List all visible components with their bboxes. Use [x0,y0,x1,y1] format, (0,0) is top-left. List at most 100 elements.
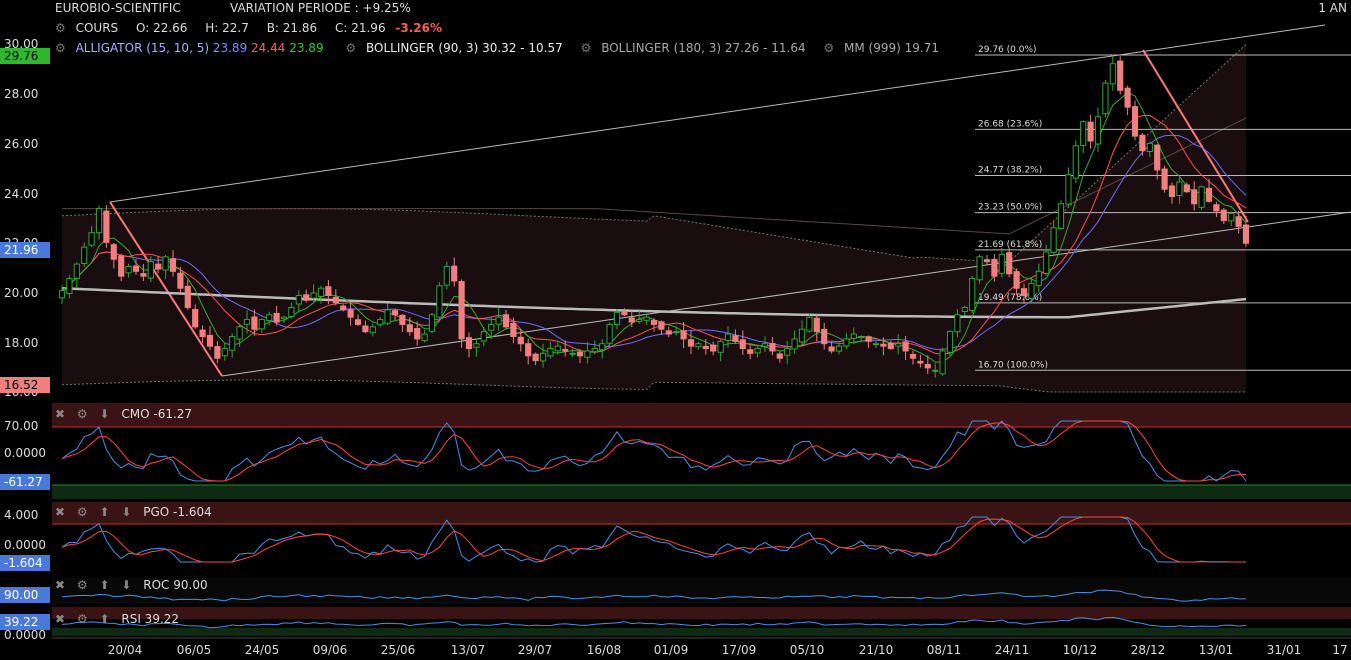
pgo-panel-header: ✖ ⚙ ⬆ ⬇ PGO -1.604 [55,505,212,519]
arrow-down-icon[interactable]: ⬇ [121,578,131,592]
candle-down [628,317,635,323]
candle-down [177,272,184,289]
pgo-title: PGO -1.604 [143,505,212,519]
arrow-down-icon[interactable]: ⬇ [99,407,109,421]
fib-level-label: 29.76 (0.0%) [978,45,1037,55]
candle-up [1198,186,1205,208]
candle-down [902,341,909,352]
x-tick: 24/11 [994,643,1030,657]
candle-up [266,314,273,322]
candle-down [1205,187,1213,202]
fib-level-label: 23.23 (50.0%) [978,203,1042,213]
y-tick: 4.000 [4,508,39,522]
candle-up [66,278,73,294]
close-icon[interactable]: ✖ [55,505,65,519]
candle-up [932,369,939,372]
y-tick: 20.00 [4,286,39,300]
y-tick: 0.0000 [4,446,46,460]
close-icon[interactable]: ✖ [55,612,65,626]
candle-down [465,337,473,350]
x-tick: 01/09 [653,643,689,657]
candle-up [969,278,976,312]
candle-up [895,343,902,347]
candle-up [1057,203,1065,230]
fib-level-label: 16.70 (100.0%) [978,360,1048,370]
arrow-up-icon[interactable]: ⬆ [99,578,109,592]
candle-down [1235,216,1242,227]
gear-icon[interactable]: ⚙ [77,407,88,421]
candle-up [1065,174,1072,205]
candle-down [184,285,191,309]
candle-down [576,351,584,357]
candle-up [288,307,295,318]
candle-up [162,256,169,271]
x-tick: 25/06 [380,643,416,657]
candle-up [858,335,865,338]
candle-down [332,296,339,304]
y-tick: 0.0000 [4,628,46,642]
candle-up [591,348,598,353]
candle-down [1154,144,1161,171]
candle-up [473,343,480,348]
gear-icon[interactable]: ⚙ [77,578,88,592]
candle-up [229,335,236,351]
chart-canvas[interactable]: 29.76 (0.0%) 26.68 (23.6%) 24.77 (38.2%) 23… [0,0,1351,660]
candle-down [680,330,687,340]
close-icon[interactable]: ✖ [55,578,65,592]
candle-down [155,263,162,270]
candle-up [1050,227,1057,253]
candle-down [739,339,746,350]
candle-up [569,352,576,355]
candle-down [909,353,917,359]
candle-down [103,210,110,243]
rsi-band-high [52,607,1351,619]
candle-down [340,305,347,311]
candle-down [192,309,199,328]
candle-down [1191,189,1198,205]
candle-up [636,319,643,323]
candle-down [769,343,776,352]
candle-down [621,311,628,316]
gear-icon[interactable]: ⚙ [77,505,88,519]
arrow-down-icon[interactable]: ⬇ [121,505,131,519]
candle-up [717,340,724,353]
gear-icon[interactable]: ⚙ [77,612,88,626]
candle-down [399,314,406,325]
candle-up [872,343,880,346]
candle-down [1124,87,1131,108]
candle-down [865,336,872,342]
candle-up [421,333,428,342]
rsi-line [61,616,1247,629]
fib-level-label: 24.77 (38.2%) [978,165,1042,175]
candle-up [1146,142,1153,152]
roc-value-badge: 90.00 [0,587,50,603]
pgo-band-high [52,502,1351,524]
candle-down [1117,60,1124,91]
candle-up [946,331,954,353]
candle-down [1161,168,1168,190]
roc-panel-header: ✖ ⚙ ⬆ ⬇ ROC 90.00 [55,578,208,592]
candle-down [1183,184,1190,193]
arrow-up-icon[interactable]: ⬆ [99,612,109,626]
candle-up [761,343,769,347]
close-icon[interactable]: ✖ [55,407,65,421]
arrow-up-icon[interactable]: ⬆ [99,505,109,519]
last-price-badge: 21.96 [0,242,50,258]
candle-down [325,286,332,296]
candle-up [443,265,450,286]
candle-down [983,259,991,263]
candle-up [643,316,650,321]
candle-down [813,317,820,333]
high-price-badge: 29.76 [0,48,50,64]
candle-down [214,346,221,359]
x-tick: 31/01 [1266,643,1302,657]
candle-up [1043,251,1050,274]
candle-up [673,331,680,334]
candle-up [236,326,243,340]
candle-down [199,329,206,337]
x-tick: 06/05 [176,643,212,657]
candle-up [369,326,376,334]
candle-down [273,312,280,323]
candle-down [821,328,828,345]
x-tick: 29/07 [517,643,553,657]
